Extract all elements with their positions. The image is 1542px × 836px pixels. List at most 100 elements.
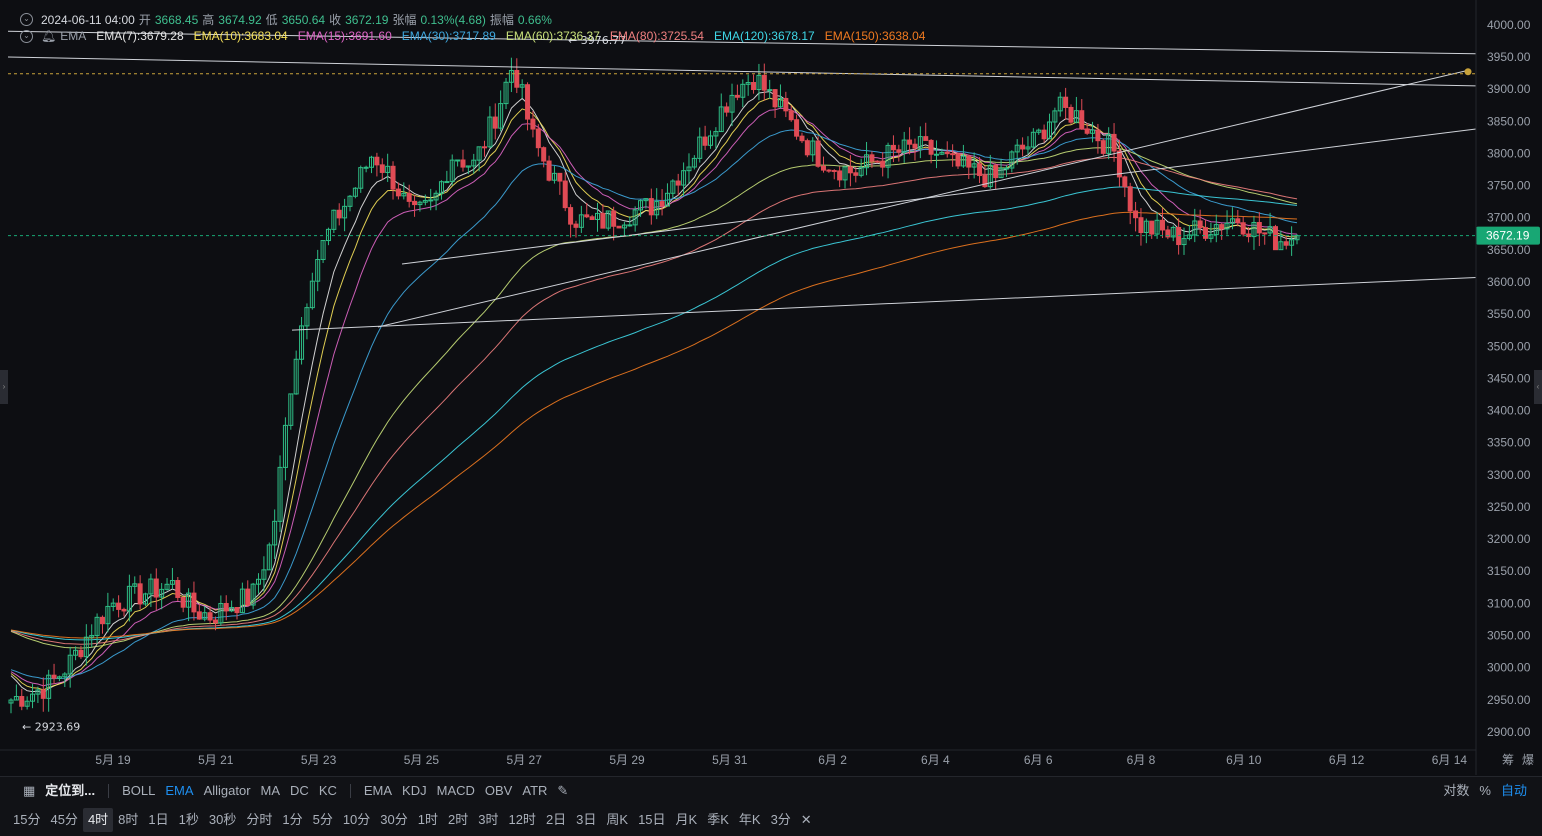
- ema-line: [10, 156, 1298, 645]
- toolbar-button[interactable]: 30秒: [204, 808, 241, 832]
- y-tick-label: 3750.00: [1487, 179, 1531, 193]
- y-tick-label: 3050.00: [1487, 629, 1531, 643]
- low-value: 3650.64: [281, 12, 326, 27]
- y-tick-label: 3200.00: [1487, 532, 1531, 546]
- toolbar-button[interactable]: Alligator: [199, 779, 256, 803]
- candle-body: [1127, 186, 1133, 212]
- candle-body: [336, 209, 342, 219]
- toolbar-button[interactable]: 3时: [473, 808, 503, 832]
- ema-legend-item: EMA(120):3678.17: [713, 29, 815, 43]
- ema-line: [10, 91, 1298, 694]
- toolbar-button[interactable]: MACD: [432, 779, 480, 803]
- candle-body: [1116, 150, 1122, 178]
- toolbar-button[interactable]: 对数: [1438, 779, 1474, 803]
- toolbar-button[interactable]: 15日: [633, 808, 670, 832]
- ema-legend-item: EMA(7):3679.28: [96, 29, 184, 43]
- candle-body: [589, 216, 595, 220]
- indicator-group-main: BOLL EMA Alligator MA DC KC: [117, 779, 342, 803]
- x-tick-label: 6月 4: [921, 753, 950, 767]
- candle-body: [428, 199, 434, 202]
- collapse-icon[interactable]: ⌄: [20, 13, 33, 26]
- toolbar-button[interactable]: 年K: [734, 808, 766, 832]
- toolbar-button[interactable]: 10分: [338, 808, 375, 832]
- chart-area[interactable]: 4000.00 3950.00 3900.00 3850.00 3800.00 3750.…: [0, 0, 1542, 775]
- toolbar-button[interactable]: 15分: [8, 808, 45, 832]
- candle-body: [191, 592, 197, 613]
- y-tick-label: 3000.00: [1487, 661, 1531, 675]
- candle-body: [648, 198, 654, 216]
- candle-body: [541, 147, 547, 162]
- indicator-name[interactable]: EMA: [60, 29, 86, 43]
- candle-body: [724, 106, 730, 113]
- x-tick-label: 5月 21: [198, 753, 234, 767]
- toolbar-button[interactable]: 5分: [308, 808, 338, 832]
- candle-body: [600, 212, 606, 229]
- candle-body: [514, 70, 520, 88]
- toolbar-button[interactable]: 4时: [82, 808, 114, 832]
- candle-body: [78, 649, 84, 658]
- candle-body: [1272, 226, 1278, 251]
- toolbar-button[interactable]: 30分: [375, 808, 412, 832]
- toolbar-button[interactable]: DC: [285, 779, 314, 803]
- candle-body: [175, 580, 181, 598]
- toolbar-button[interactable]: 12时: [503, 808, 540, 832]
- low-marker: ← 2923.69: [22, 721, 80, 734]
- y-tick-label: 2950.00: [1487, 693, 1531, 707]
- toolbar-button[interactable]: OBV: [480, 779, 517, 803]
- candle-body: [702, 136, 708, 146]
- toolbar-button[interactable]: 2时: [443, 808, 473, 832]
- toolbar-button[interactable]: 周K: [601, 808, 633, 832]
- candle-body: [1122, 176, 1128, 188]
- locate-button[interactable]: 定位到...: [40, 779, 100, 803]
- anchor-point: [1464, 68, 1472, 76]
- candle-body: [1041, 129, 1047, 140]
- candle-body: [783, 97, 789, 112]
- toolbar-button[interactable]: 2日: [541, 808, 571, 832]
- toolbar-button[interactable]: BOLL: [117, 779, 160, 803]
- close-value: 3672.19: [345, 12, 389, 27]
- toolbar-button[interactable]: 自动: [1496, 779, 1532, 803]
- toolbar-button[interactable]: %: [1474, 779, 1496, 803]
- close-icon[interactable]: ✕: [796, 808, 817, 832]
- candle-body: [223, 603, 229, 612]
- ema-legend-row: ⌄ 🔔︎ EMA EMA(7):3679.28 EMA(10):3683.04 EM…: [20, 29, 931, 43]
- candle-body: [982, 175, 988, 188]
- toolbar-button[interactable]: 3日: [571, 808, 601, 832]
- toolbar-button[interactable]: EMA: [359, 779, 397, 803]
- bell-icon[interactable]: 🔔︎: [41, 29, 56, 43]
- toolbar-button[interactable]: EMA: [160, 779, 198, 803]
- toolbar-button[interactable]: 月K: [671, 808, 703, 832]
- candle-body: [761, 74, 767, 91]
- toolbar-button[interactable]: 8时: [113, 808, 143, 832]
- interval-list: 15分 45分 4时 8时 1日 1秒 30秒 分时 1分 5分 10分 30分 1时 2时 3时 12时 2日…: [8, 808, 796, 832]
- toolbar-button[interactable]: MA: [256, 779, 286, 803]
- toolbar-button[interactable]: 1日: [143, 808, 173, 832]
- candle-body: [121, 608, 127, 612]
- candle-body: [1063, 96, 1069, 108]
- x-tick-label: 6月 6: [1024, 753, 1053, 767]
- edit-icon[interactable]: ✎: [552, 779, 573, 803]
- toolbar-button[interactable]: 45分: [45, 808, 82, 832]
- toolbar-button[interactable]: ATR: [517, 779, 552, 803]
- toolbar-button[interactable]: 1秒: [174, 808, 204, 832]
- toolbar-button[interactable]: 分时: [241, 808, 277, 832]
- toolbar-button[interactable]: 3分: [766, 808, 796, 832]
- candle-body: [116, 602, 122, 610]
- toolbar-button[interactable]: KDJ: [397, 779, 432, 803]
- candle-body: [460, 159, 466, 168]
- ema-legend-item: EMA(30):3717.89: [401, 29, 496, 43]
- candle-body: [482, 146, 488, 149]
- left-panel-handle[interactable]: ›: [0, 370, 8, 404]
- right-panel-handle[interactable]: ‹: [1534, 370, 1542, 404]
- candle-body: [907, 139, 913, 145]
- collapse-icon[interactable]: ⌄: [20, 29, 33, 43]
- candle-body: [19, 696, 25, 707]
- toolbar-button[interactable]: KC: [314, 779, 342, 803]
- toolbar-button[interactable]: 1时: [413, 808, 443, 832]
- ema-line: [10, 97, 1298, 691]
- candlestick-chart[interactable]: 4000.00 3950.00 3900.00 3850.00 3800.00 3750.…: [0, 0, 1542, 775]
- indicator-toolbar: ▦ 定位到... BOLL EMA Alligator MA DC KC EMA KDJ MA…: [0, 776, 1542, 805]
- calendar-icon[interactable]: ▦: [18, 779, 40, 803]
- toolbar-button[interactable]: 季K: [702, 808, 734, 832]
- toolbar-button[interactable]: 1分: [277, 808, 307, 832]
